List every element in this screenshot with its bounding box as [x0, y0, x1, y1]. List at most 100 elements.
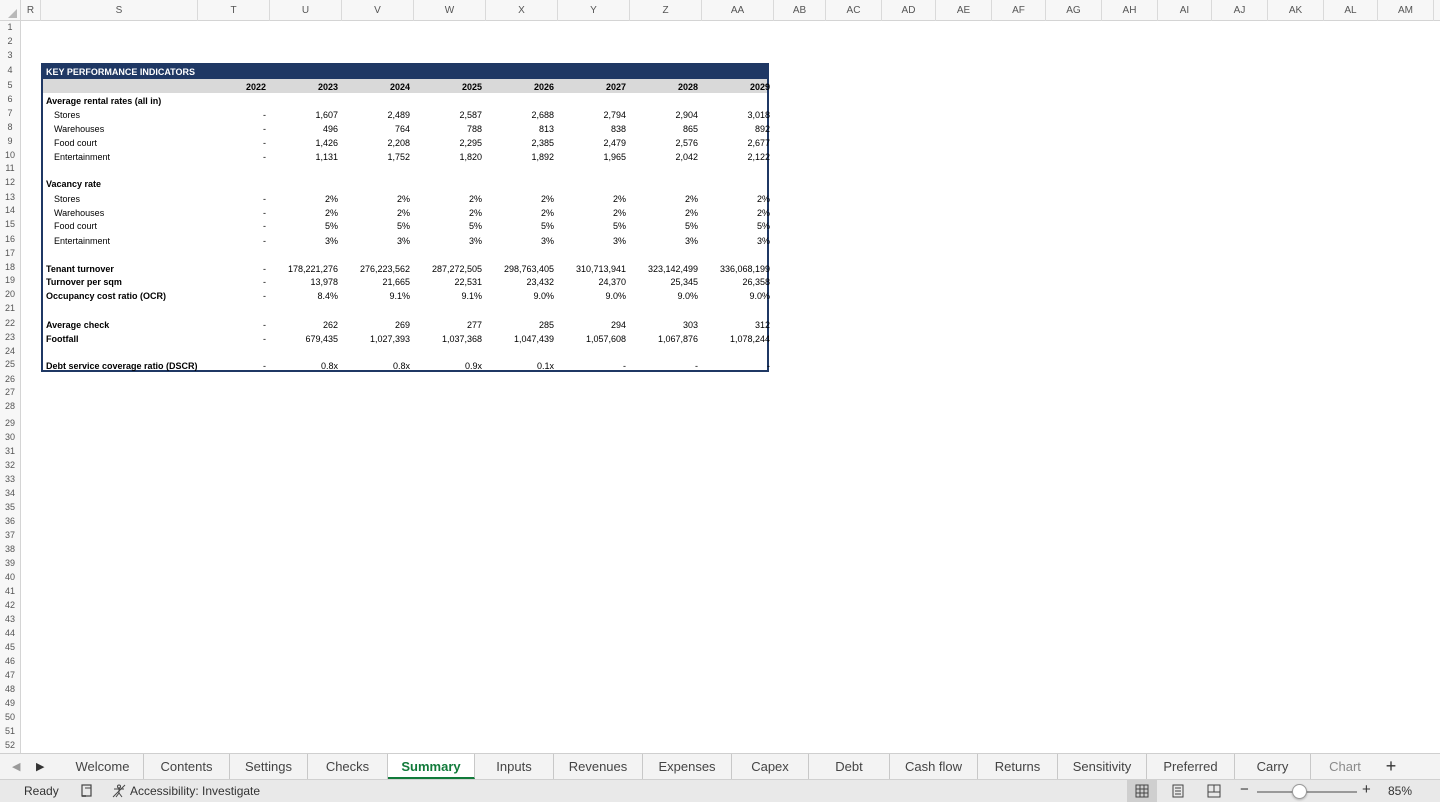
row-header-14[interactable]: 14	[0, 205, 20, 215]
kpi-value-cell[interactable]: 1,078,244	[690, 333, 770, 345]
kpi-value-cell[interactable]: 679,435	[258, 333, 338, 345]
kpi-value-cell[interactable]: 3%	[330, 235, 410, 247]
row-header-34[interactable]: 34	[0, 488, 20, 498]
year-header-2022[interactable]: 2022	[186, 81, 266, 93]
kpi-value-cell[interactable]: 2,208	[330, 137, 410, 149]
column-header-ad[interactable]: AD	[882, 0, 936, 21]
row-header-44[interactable]: 44	[0, 628, 20, 638]
kpi-value-cell[interactable]: 0.8x	[330, 360, 410, 372]
kpi-value-cell[interactable]: 5%	[690, 220, 770, 232]
year-header-2028[interactable]: 2028	[618, 81, 698, 93]
kpi-value-cell[interactable]: 3%	[474, 235, 554, 247]
kpi-value-cell[interactable]: -	[186, 263, 266, 275]
kpi-value-cell[interactable]: 2%	[690, 193, 770, 205]
kpi-value-cell[interactable]: 2%	[474, 207, 554, 219]
zoom-level-text[interactable]: 85%	[1388, 784, 1412, 798]
kpi-value-cell[interactable]: 2%	[402, 207, 482, 219]
row-header-7[interactable]: 7	[0, 108, 20, 118]
kpi-value-cell[interactable]: 0.8x	[258, 360, 338, 372]
kpi-value-cell[interactable]: 3%	[546, 235, 626, 247]
row-header-42[interactable]: 42	[0, 600, 20, 610]
row-header-4[interactable]: 4	[0, 65, 20, 75]
row-header-31[interactable]: 31	[0, 446, 20, 456]
year-header-2029[interactable]: 2029	[690, 81, 770, 93]
page-break-view-button[interactable]	[1199, 780, 1229, 802]
column-header-x[interactable]: X	[486, 0, 558, 21]
kpi-value-cell[interactable]: 1,047,439	[474, 333, 554, 345]
kpi-value-cell[interactable]: 303	[618, 319, 698, 331]
row-header-26[interactable]: 26	[0, 374, 20, 384]
zoom-out-button[interactable]: −	[1240, 781, 1249, 798]
kpi-value-cell[interactable]: 2,587	[402, 109, 482, 121]
kpi-value-cell[interactable]: 2%	[474, 193, 554, 205]
kpi-row-label[interactable]: Entertainment	[54, 151, 110, 163]
sheet-tab-expenses[interactable]: Expenses	[643, 754, 732, 779]
row-header-52[interactable]: 52	[0, 740, 20, 750]
row-header-32[interactable]: 32	[0, 460, 20, 470]
kpi-value-cell[interactable]: 9.0%	[474, 290, 554, 302]
kpi-value-cell[interactable]: 0.9x	[402, 360, 482, 372]
kpi-value-cell[interactable]: 813	[474, 123, 554, 135]
sheet-tab-capex[interactable]: Capex	[732, 754, 809, 779]
kpi-value-cell[interactable]: 21,665	[330, 276, 410, 288]
column-header-af[interactable]: AF	[992, 0, 1046, 21]
kpi-value-cell[interactable]: 1,820	[402, 151, 482, 163]
row-header-5[interactable]: 5	[0, 80, 20, 90]
sheet-tab-cash-flow[interactable]: Cash flow	[890, 754, 978, 779]
kpi-value-cell[interactable]: 2,688	[474, 109, 554, 121]
row-header-29[interactable]: 29	[0, 418, 20, 428]
row-header-35[interactable]: 35	[0, 502, 20, 512]
sheet-tab-debt[interactable]: Debt	[809, 754, 890, 779]
kpi-value-cell[interactable]: 1,027,393	[330, 333, 410, 345]
kpi-value-cell[interactable]: 2,489	[330, 109, 410, 121]
kpi-row-label[interactable]: Entertainment	[54, 235, 110, 247]
kpi-row-label[interactable]: Stores	[54, 109, 80, 121]
kpi-value-cell[interactable]: -	[186, 290, 266, 302]
row-header-18[interactable]: 18	[0, 262, 20, 272]
column-header-y[interactable]: Y	[558, 0, 630, 21]
kpi-value-cell[interactable]: 9.1%	[402, 290, 482, 302]
kpi-value-cell[interactable]: 3%	[618, 235, 698, 247]
kpi-row-label[interactable]: Average check	[46, 319, 109, 331]
kpi-value-cell[interactable]: 312	[690, 319, 770, 331]
kpi-value-cell[interactable]: 9.0%	[690, 290, 770, 302]
row-header-27[interactable]: 27	[0, 387, 20, 397]
kpi-value-cell[interactable]: 2,677	[690, 137, 770, 149]
zoom-slider-thumb[interactable]	[1292, 784, 1307, 799]
kpi-value-cell[interactable]: 287,272,505	[402, 263, 482, 275]
kpi-value-cell[interactable]: 310,713,941	[546, 263, 626, 275]
column-header-ae[interactable]: AE	[936, 0, 992, 21]
row-header-39[interactable]: 39	[0, 558, 20, 568]
column-header-ag[interactable]: AG	[1046, 0, 1102, 21]
macro-recording-icon[interactable]	[80, 784, 94, 798]
kpi-value-cell[interactable]: 2%	[258, 207, 338, 219]
kpi-row-label[interactable]: Tenant turnover	[46, 263, 114, 275]
kpi-value-cell[interactable]: 2%	[402, 193, 482, 205]
kpi-value-cell[interactable]: 5%	[546, 220, 626, 232]
kpi-value-cell[interactable]: 2%	[546, 207, 626, 219]
kpi-value-cell[interactable]: 22,531	[402, 276, 482, 288]
column-header-ac[interactable]: AC	[826, 0, 882, 21]
accessibility-icon[interactable]	[112, 784, 126, 798]
row-header-45[interactable]: 45	[0, 642, 20, 652]
kpi-value-cell[interactable]: 24,370	[546, 276, 626, 288]
column-header-t[interactable]: T	[198, 0, 270, 21]
kpi-value-cell[interactable]: 1,752	[330, 151, 410, 163]
kpi-value-cell[interactable]: 1,131	[258, 151, 338, 163]
kpi-row-label[interactable]: Vacancy rate	[46, 178, 101, 190]
kpi-value-cell[interactable]: 1,892	[474, 151, 554, 163]
year-header-2026[interactable]: 2026	[474, 81, 554, 93]
sheet-tab-sensitivity[interactable]: Sensitivity	[1058, 754, 1147, 779]
sheet-tab-welcome[interactable]: Welcome	[62, 754, 144, 779]
kpi-value-cell[interactable]: 2,904	[618, 109, 698, 121]
kpi-value-cell[interactable]: -	[186, 276, 266, 288]
kpi-value-cell[interactable]: 2%	[618, 193, 698, 205]
zoom-in-button[interactable]: +	[1362, 781, 1371, 798]
kpi-value-cell[interactable]: 2%	[546, 193, 626, 205]
sheet-tab-chart[interactable]: Chart	[1311, 754, 1379, 779]
row-header-11[interactable]: 11	[0, 163, 20, 173]
kpi-value-cell[interactable]: 1,037,368	[402, 333, 482, 345]
row-header-9[interactable]: 9	[0, 136, 20, 146]
kpi-value-cell[interactable]: 3%	[258, 235, 338, 247]
kpi-value-cell[interactable]: 25,345	[618, 276, 698, 288]
